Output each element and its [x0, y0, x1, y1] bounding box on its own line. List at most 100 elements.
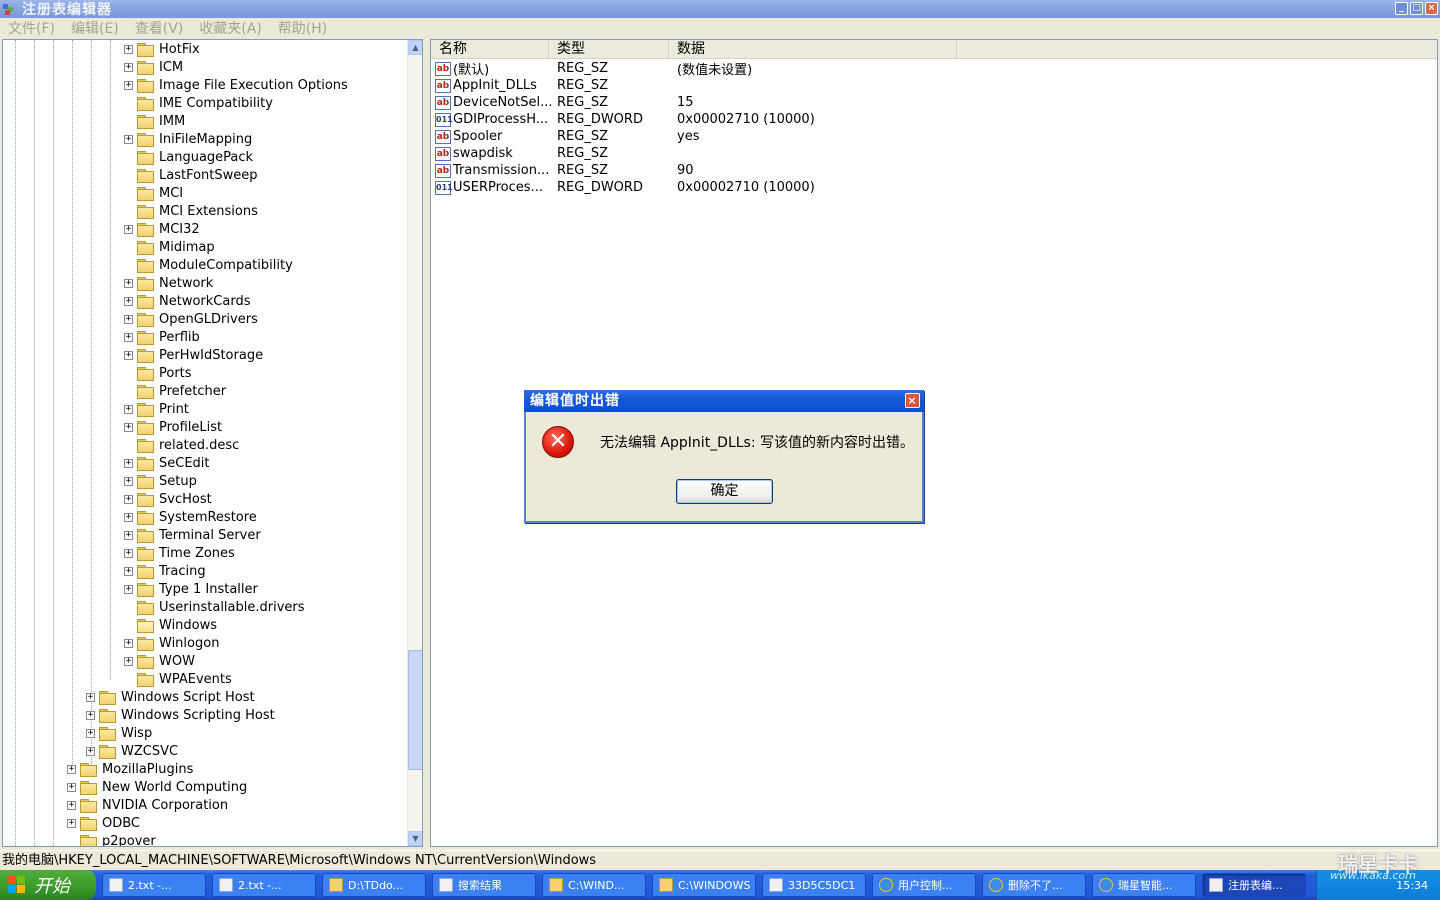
value-row[interactable]: ab swapdisk REG_SZ: [431, 145, 1031, 162]
taskbar-button[interactable]: 2.txt -...: [212, 873, 316, 897]
tree-item[interactable]: related.desc: [124, 436, 239, 454]
tree-item[interactable]: + SeCEdit: [124, 454, 210, 472]
tree-item[interactable]: IME Compatibility: [124, 94, 273, 112]
tree-item[interactable]: LanguagePack: [124, 148, 253, 166]
tree-item[interactable]: + PerHwIdStorage: [124, 346, 263, 364]
tree-scrollbar[interactable]: ▲ ▼: [407, 40, 422, 846]
taskbar-button[interactable]: C:\WIND...: [542, 873, 646, 897]
expand-icon[interactable]: +: [124, 404, 133, 414]
tree-item[interactable]: + WOW: [124, 652, 195, 670]
expand-icon[interactable]: +: [124, 314, 133, 324]
tree-item[interactable]: + IniFileMapping: [124, 130, 252, 148]
tree-item[interactable]: + New World Computing: [67, 778, 247, 796]
tree-item[interactable]: IMM: [124, 112, 185, 130]
tree-item[interactable]: Windows: [124, 616, 217, 634]
menu-view[interactable]: 查看(V): [135, 18, 184, 38]
tree-item[interactable]: + Print: [124, 400, 189, 418]
tree-item[interactable]: + WZCSVC: [86, 742, 178, 760]
tree-item[interactable]: LastFontSweep: [124, 166, 258, 184]
taskbar-button[interactable]: 33D5C5DC1: [762, 873, 866, 897]
tree-item[interactable]: + Winlogon: [124, 634, 219, 652]
expand-icon[interactable]: +: [124, 224, 133, 234]
value-row[interactable]: ab Transmission... REG_SZ 90: [431, 162, 1031, 179]
expand-icon[interactable]: +: [67, 800, 76, 810]
menu-help[interactable]: 帮助(H): [278, 18, 327, 38]
tree-item[interactable]: + Tracing: [124, 562, 206, 580]
tree-item[interactable]: Userinstallable.drivers: [124, 598, 305, 616]
dialog-close-button[interactable]: ×: [905, 393, 920, 408]
tree-item[interactable]: + NetworkCards: [124, 292, 250, 310]
expand-icon[interactable]: +: [124, 494, 133, 504]
taskbar-button[interactable]: 注册表编...: [1202, 873, 1306, 897]
column-name[interactable]: 名称: [431, 40, 549, 59]
tree-item[interactable]: + Perflib: [124, 328, 200, 346]
expand-icon[interactable]: +: [124, 332, 133, 342]
tree-item[interactable]: + Setup: [124, 472, 197, 490]
expand-icon[interactable]: +: [124, 476, 133, 486]
close-button[interactable]: ×: [1425, 2, 1438, 15]
tree-item[interactable]: + Windows Script Host: [86, 688, 255, 706]
expand-icon[interactable]: +: [67, 764, 76, 774]
taskbar-button[interactable]: C:\WINDOWS: [652, 873, 756, 897]
tree-item[interactable]: MCI Extensions: [124, 202, 258, 220]
tree-item[interactable]: + MCI32: [124, 220, 200, 238]
tree-item[interactable]: MCI: [124, 184, 183, 202]
ok-button[interactable]: 确定: [676, 479, 773, 504]
taskbar-button[interactable]: 用户控制...: [872, 873, 976, 897]
expand-icon[interactable]: +: [124, 512, 133, 522]
tree-item[interactable]: + ODBC: [67, 814, 140, 832]
column-type[interactable]: 类型: [549, 40, 669, 59]
menu-file[interactable]: 文件(F): [8, 18, 55, 38]
value-row[interactable]: ab Spooler REG_SZ yes: [431, 128, 1031, 145]
taskbar-button[interactable]: 搜索结果: [432, 873, 536, 897]
menu-edit[interactable]: 编辑(E): [71, 18, 119, 38]
tree-item[interactable]: + Windows Scripting Host: [86, 706, 275, 724]
tree-item[interactable]: ModuleCompatibility: [124, 256, 293, 274]
tree-item[interactable]: + HotFix: [124, 40, 200, 58]
expand-icon[interactable]: +: [124, 134, 133, 144]
expand-icon[interactable]: +: [124, 44, 133, 54]
expand-icon[interactable]: +: [86, 728, 95, 738]
expand-icon[interactable]: +: [124, 566, 133, 576]
expand-icon[interactable]: +: [124, 530, 133, 540]
tree-item[interactable]: + ProfileList: [124, 418, 222, 436]
expand-icon[interactable]: +: [124, 458, 133, 468]
scroll-up-button[interactable]: ▲: [408, 40, 422, 55]
value-row[interactable]: 011 GDIProcessH... REG_DWORD 0x00002710 (10…: [431, 111, 1031, 128]
tree-item[interactable]: + OpenGLDrivers: [124, 310, 258, 328]
tree-item[interactable]: Midimap: [124, 238, 215, 256]
tree-item[interactable]: + Time Zones: [124, 544, 235, 562]
tree-item[interactable]: + Network: [124, 274, 213, 292]
scroll-thumb[interactable]: [408, 650, 422, 770]
tree-item[interactable]: + NVIDIA Corporation: [67, 796, 228, 814]
tree-item[interactable]: p2pover: [67, 832, 156, 846]
expand-icon[interactable]: +: [124, 350, 133, 360]
tree-item[interactable]: + Image File Execution Options: [124, 76, 348, 94]
expand-icon[interactable]: +: [124, 638, 133, 648]
value-row[interactable]: ab AppInit_DLLs REG_SZ: [431, 77, 1031, 94]
expand-icon[interactable]: +: [124, 656, 133, 666]
tree-item[interactable]: + SystemRestore: [124, 508, 257, 526]
taskbar-button[interactable]: 删除不了...: [982, 873, 1086, 897]
registry-tree[interactable]: + HotFix + ICM + Image File Execution Options…: [2, 39, 423, 847]
scroll-down-button[interactable]: ▼: [408, 831, 422, 846]
expand-icon[interactable]: +: [124, 584, 133, 594]
menu-favorites[interactable]: 收藏夹(A): [199, 18, 262, 38]
tree-item[interactable]: Ports: [124, 364, 192, 382]
tree-item[interactable]: WPAEvents: [124, 670, 232, 688]
taskbar-button[interactable]: 瑞星智能...: [1092, 873, 1196, 897]
tree-item[interactable]: + Terminal Server: [124, 526, 261, 544]
expand-icon[interactable]: +: [86, 746, 95, 756]
start-button[interactable]: 开始: [0, 870, 96, 900]
expand-icon[interactable]: +: [124, 296, 133, 306]
expand-icon[interactable]: +: [67, 818, 76, 828]
maximize-button[interactable]: □: [1410, 2, 1423, 15]
expand-icon[interactable]: +: [124, 80, 133, 90]
tree-item[interactable]: + Type 1 Installer: [124, 580, 258, 598]
taskbar-button[interactable]: D:\TDdo...: [322, 873, 426, 897]
column-data[interactable]: 数据: [669, 40, 957, 59]
tree-item[interactable]: + ICM: [124, 58, 183, 76]
expand-icon[interactable]: +: [67, 782, 76, 792]
tree-item[interactable]: + SvcHost: [124, 490, 212, 508]
minimize-button[interactable]: _: [1395, 2, 1408, 15]
